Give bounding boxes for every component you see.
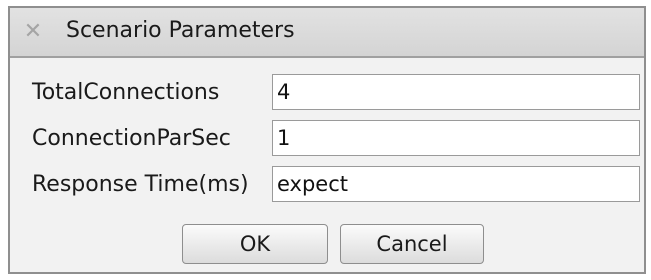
ok-button[interactable]: OK xyxy=(182,224,328,264)
response-time-input[interactable] xyxy=(272,166,640,202)
total-connections-label: TotalConnections xyxy=(32,80,220,105)
close-icon[interactable]: ✕ xyxy=(22,21,44,43)
parameters-form: TotalConnections ConnectionParSec Respon… xyxy=(10,58,644,272)
response-time-label: Response Time(ms) xyxy=(32,172,249,197)
total-connections-input[interactable] xyxy=(272,74,640,110)
cancel-button[interactable]: Cancel xyxy=(340,224,484,264)
connection-par-sec-input[interactable] xyxy=(272,120,640,156)
title-bar[interactable]: ✕ Scenario Parameters xyxy=(10,8,644,58)
scenario-parameters-dialog: ✕ Scenario Parameters TotalConnections C… xyxy=(8,6,646,274)
dialog-title: Scenario Parameters xyxy=(66,18,295,43)
connection-par-sec-label: ConnectionParSec xyxy=(32,126,231,151)
